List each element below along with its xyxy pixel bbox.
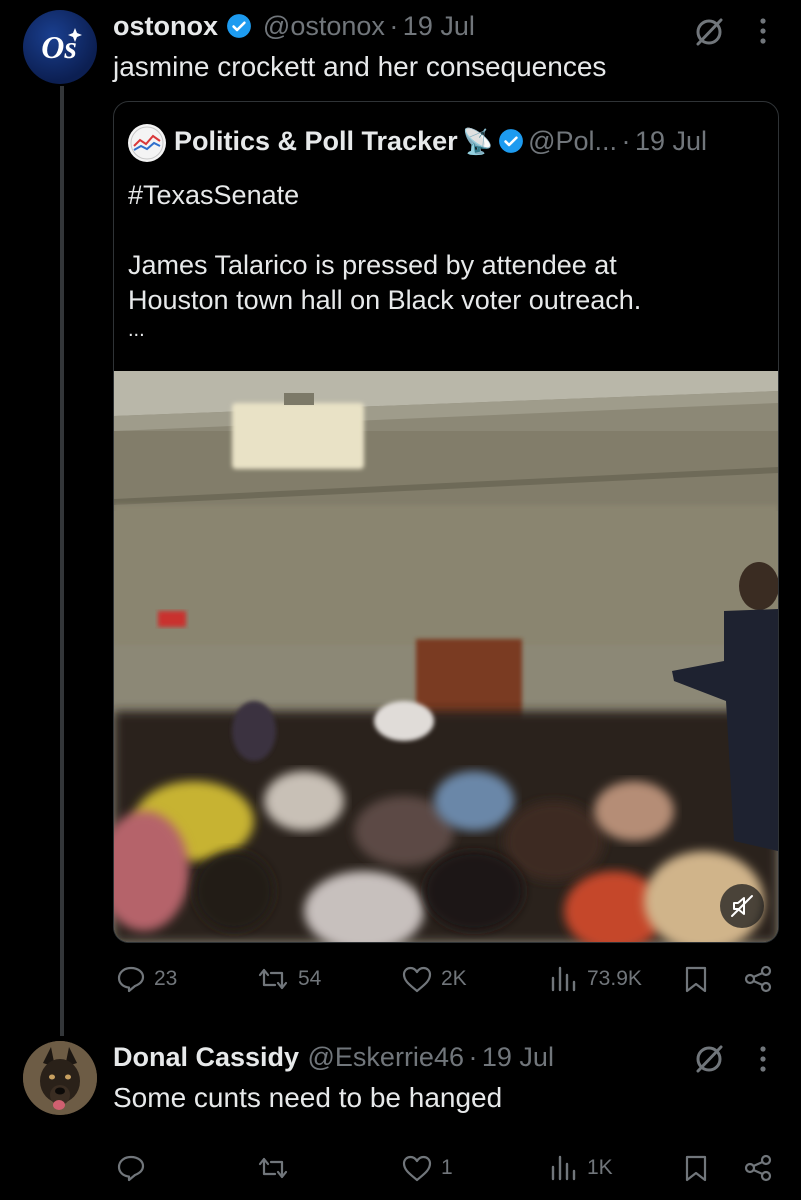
- verified-badge-icon: [498, 129, 528, 154]
- separator: ·: [621, 126, 631, 156]
- repost-button[interactable]: 54: [256, 964, 321, 994]
- repost-count: 54: [298, 967, 322, 990]
- quoted-post[interactable]: Politics & Poll Tracker 📡 @Pol... · 19 J…: [113, 101, 779, 943]
- dog-avatar-icon: [23, 1041, 97, 1115]
- mute-button[interactable]: [720, 884, 764, 928]
- views-button[interactable]: 1K: [549, 1153, 613, 1183]
- share-button[interactable]: [743, 964, 773, 994]
- muted-speaker-icon: [731, 895, 753, 917]
- author-name[interactable]: Donal Cassidy: [113, 1042, 299, 1072]
- post-header: ostonox @ostonox · 19 Jul: [113, 11, 475, 42]
- like-count: 2K: [441, 967, 467, 990]
- like-button[interactable]: 1: [401, 1153, 453, 1183]
- bookmark-icon: [685, 966, 707, 993]
- quote-text-line1: James Talarico is pressed by attendee at: [128, 250, 617, 280]
- post-text: jasmine crockett and her consequences: [113, 51, 607, 82]
- satellite-emoji: 📡: [462, 128, 494, 156]
- bookmark-button[interactable]: [682, 1153, 710, 1183]
- avatar[interactable]: [23, 1041, 97, 1115]
- author-handle[interactable]: @Eskerrie46: [308, 1042, 464, 1072]
- author-handle[interactable]: @ostonox: [263, 11, 385, 41]
- author-name[interactable]: ostonox: [113, 11, 218, 41]
- grok-icon[interactable]: [693, 16, 725, 53]
- views-count: 73.9K: [587, 967, 642, 990]
- separator: ·: [389, 11, 399, 41]
- video-player[interactable]: [114, 371, 778, 942]
- repost-button[interactable]: [256, 1153, 290, 1183]
- separator: ·: [468, 1042, 478, 1072]
- share-button[interactable]: [743, 1153, 773, 1183]
- views-chart-icon: [551, 966, 576, 992]
- quote-author-handle[interactable]: @Pol...: [528, 126, 617, 156]
- video-frame: [114, 371, 778, 942]
- more-options-icon[interactable]: [757, 16, 769, 51]
- quote-avatar: [128, 124, 166, 162]
- like-count: 1: [441, 1156, 453, 1179]
- verified-badge-icon: [222, 13, 252, 40]
- more-options-icon[interactable]: [757, 1044, 769, 1079]
- quote-date: 19 Jul: [634, 126, 708, 156]
- quote-header: Politics & Poll Tracker 📡 @Pol... · 19 J…: [174, 126, 707, 157]
- reply-icon: [117, 966, 145, 993]
- quote-hashtag[interactable]: #TexasSenate: [128, 178, 299, 212]
- repost-icon: [258, 968, 288, 990]
- views-button[interactable]: 73.9K: [549, 964, 642, 994]
- reply-button[interactable]: [116, 1153, 146, 1183]
- post-date[interactable]: 19 Jul: [482, 1042, 554, 1072]
- reply-button[interactable]: 23: [116, 964, 177, 994]
- chart-logo-icon: [130, 126, 164, 160]
- avatar-logo-icon: Os: [41, 28, 82, 65]
- bookmark-icon: [685, 1155, 707, 1182]
- heart-icon: [402, 966, 432, 993]
- views-count: 1K: [587, 1156, 613, 1179]
- thread-line: [60, 86, 64, 1036]
- quote-more: ...: [128, 319, 145, 341]
- grok-icon[interactable]: [693, 1043, 725, 1080]
- repost-icon: [258, 1157, 288, 1179]
- post-text: Some cunts need to be hanged: [113, 1082, 503, 1113]
- views-chart-icon: [551, 1155, 576, 1181]
- reply-count: 23: [154, 967, 178, 990]
- post-header: Donal Cassidy @Eskerrie46 · 19 Jul: [113, 1042, 554, 1073]
- bookmark-button[interactable]: [682, 964, 710, 994]
- post-date[interactable]: 19 Jul: [403, 11, 475, 41]
- share-icon: [744, 1154, 772, 1182]
- reply-icon: [117, 1155, 145, 1182]
- quote-author-name[interactable]: Politics & Poll Tracker: [174, 126, 458, 156]
- quote-text-line2: Houston town hall on Black voter outreac…: [128, 285, 642, 315]
- avatar[interactable]: Os: [23, 10, 97, 84]
- share-icon: [744, 965, 772, 993]
- like-button[interactable]: 2K: [401, 964, 467, 994]
- heart-icon: [402, 1155, 432, 1182]
